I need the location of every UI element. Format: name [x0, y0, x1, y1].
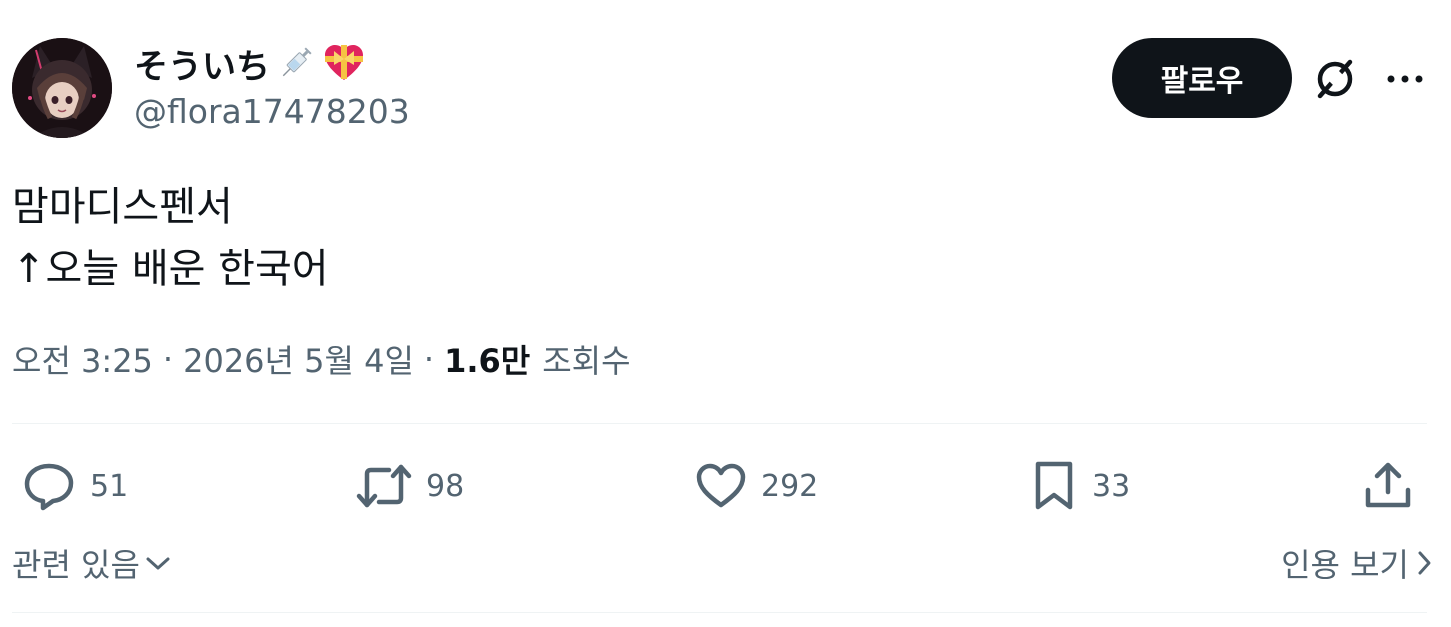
more-button[interactable]	[1380, 54, 1430, 104]
meta-separator: ·	[423, 340, 435, 378]
related-toggle[interactable]: 관련 있음	[12, 538, 172, 588]
display-name[interactable]: そういち	[134, 38, 366, 88]
display-name-text: そういち	[134, 46, 270, 87]
grok-icon	[1317, 59, 1353, 99]
syringe-icon	[274, 41, 318, 85]
user-handle[interactable]: @flora17478203	[134, 92, 410, 131]
views-count: 1.6만	[444, 342, 531, 380]
reply-count: 51	[90, 468, 129, 504]
views-label: 조회수	[542, 342, 631, 380]
retweet-button[interactable]: 98	[356, 458, 464, 514]
tweet-date[interactable]: 2026년 5월 4일	[183, 336, 414, 382]
tweet-meta: 오전 3:25 · 2026년 5월 4일 · 1.6만 조회수	[12, 334, 631, 384]
view-quotes-link[interactable]: 인용 보기	[1281, 538, 1433, 588]
reply-icon	[24, 463, 74, 511]
divider	[12, 612, 1427, 613]
share-icon	[1365, 462, 1411, 508]
avatar-image	[12, 38, 112, 138]
tweet: そういち @flora17478203 팔로우 맘마디스펜서 ↑오늘 배운 한국…	[0, 0, 1451, 627]
share-button[interactable]	[1362, 458, 1414, 514]
avatar[interactable]	[12, 38, 112, 138]
reply-button[interactable]: 51	[22, 458, 128, 514]
divider	[12, 423, 1427, 424]
heart-with-ribbon-icon	[322, 41, 366, 85]
like-count: 292	[761, 468, 819, 504]
more-icon	[1387, 75, 1423, 83]
chevron-right-icon	[1418, 551, 1431, 575]
tweet-text: 맘마디스펜서 ↑오늘 배운 한국어	[12, 176, 329, 300]
like-button[interactable]: 292	[695, 458, 818, 514]
retweet-count: 98	[426, 468, 465, 504]
related-label: 관련 있음	[12, 546, 140, 584]
bookmark-icon	[1035, 461, 1073, 510]
heart-icon	[696, 463, 746, 508]
meta-separator: ·	[162, 340, 174, 378]
bookmark-button[interactable]: 33	[1030, 458, 1130, 514]
tweet-text-line: ↑오늘 배운 한국어	[12, 246, 329, 292]
chevron-down-icon	[146, 557, 170, 570]
tweet-text-line: 맘마디스펜서	[12, 184, 233, 230]
bookmark-count: 33	[1092, 468, 1131, 504]
follow-button[interactable]: 팔로우	[1112, 38, 1292, 118]
tweet-time[interactable]: 오전 3:25	[12, 336, 153, 382]
grok-button[interactable]	[1310, 54, 1360, 104]
retweet-icon	[356, 464, 412, 508]
quotes-label: 인용 보기	[1281, 546, 1409, 584]
